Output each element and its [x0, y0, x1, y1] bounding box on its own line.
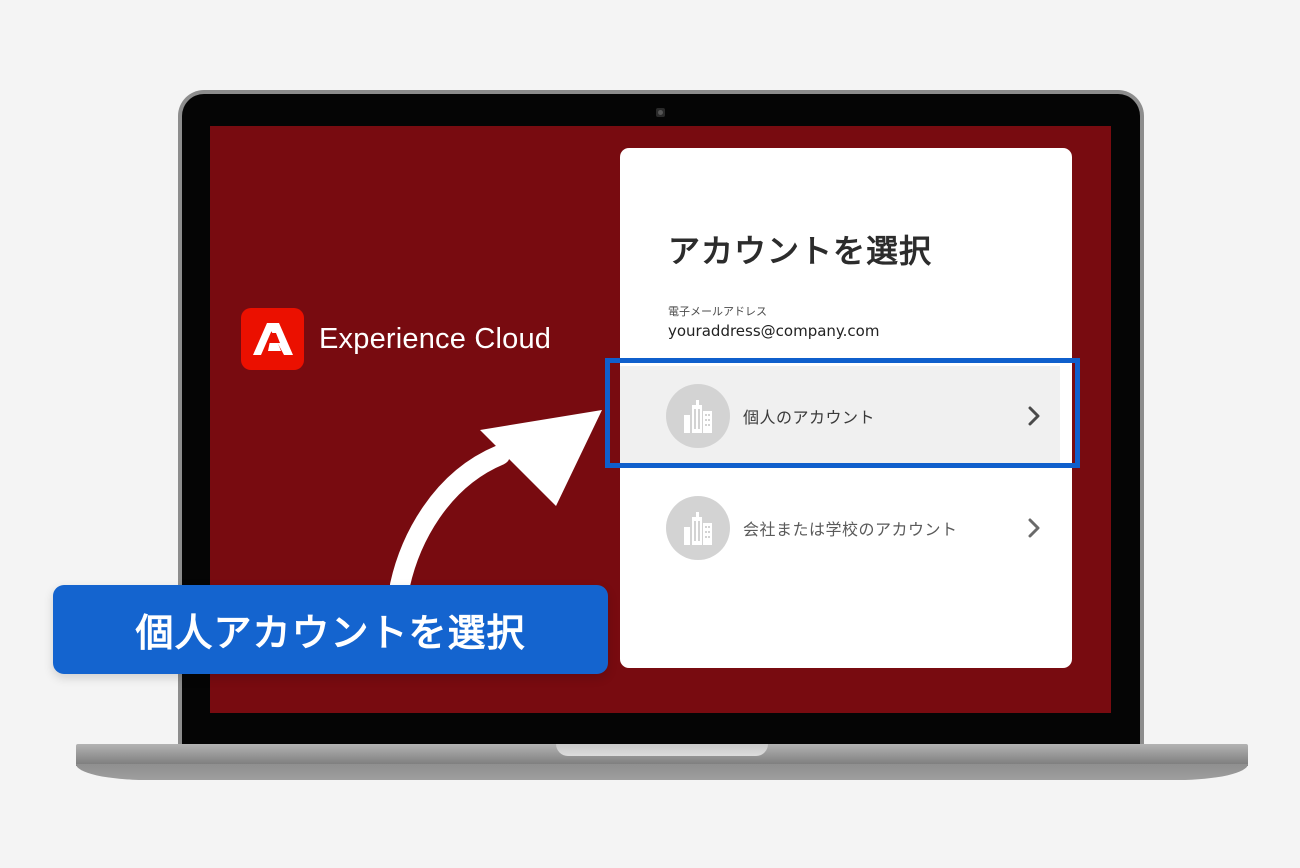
- business-account-label: 会社または学校のアカウント: [743, 520, 958, 539]
- business-account-option[interactable]: 会社または学校のアカウント: [620, 478, 1060, 578]
- adobe-logo-icon: [241, 308, 304, 370]
- brand-lockup: Experience Cloud: [241, 308, 551, 370]
- laptop-base-bottom: [76, 764, 1248, 780]
- annotation-arrow-icon: [390, 410, 602, 595]
- webcam-icon: [656, 108, 665, 117]
- callout-text: 個人アカウントを選択: [135, 611, 526, 655]
- laptop-notch: [556, 744, 768, 756]
- brand-name: Experience Cloud: [319, 322, 552, 355]
- card-title: アカウントを選択: [668, 232, 933, 270]
- instruction-callout: 個人アカウントを選択: [53, 585, 608, 674]
- highlight-box: [605, 358, 1080, 468]
- email-label: 電子メールアドレス: [668, 305, 767, 318]
- email-value: youraddress@company.com: [668, 322, 880, 340]
- building-icon: [666, 496, 730, 560]
- chevron-right-icon: [1024, 518, 1044, 538]
